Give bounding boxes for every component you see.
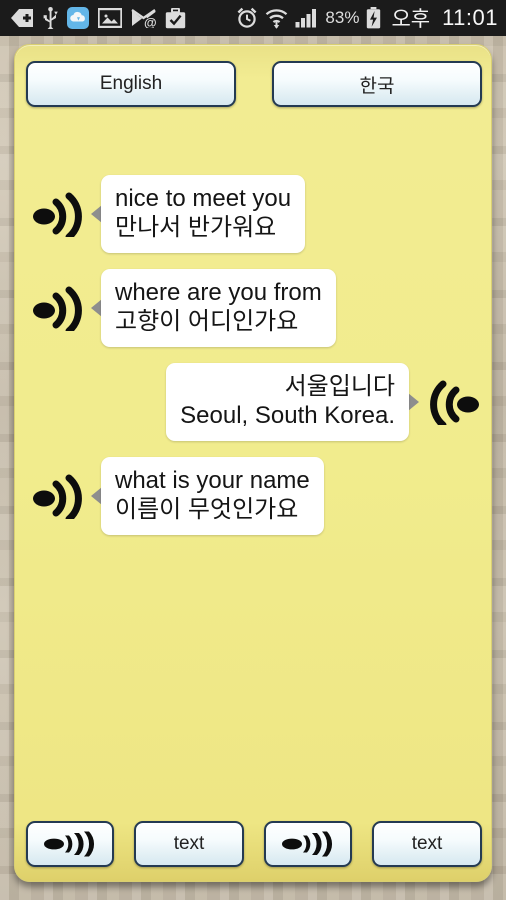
chat-row: 서울입니다 Seoul, South Korea.	[23, 363, 485, 442]
battery-charging-icon	[367, 7, 381, 29]
svg-text:@: @	[144, 15, 156, 28]
chat-bubble[interactable]: where are you from 고향이 어디인가요	[101, 269, 336, 348]
clock-time-label: 11:01	[442, 5, 498, 30]
chat-row: where are you from 고향이 어디인가요	[23, 269, 485, 348]
cloud-sync-icon	[67, 7, 89, 29]
mic-speak-icon	[282, 831, 333, 857]
status-bar: @ 83% 오후 11:01	[0, 0, 506, 36]
language-button-english[interactable]: English	[26, 61, 236, 107]
back-arrow-plus-icon	[11, 9, 33, 27]
alarm-clock-icon	[237, 7, 257, 28]
speaker-wave-icon[interactable]	[31, 473, 85, 520]
speaker-wave-icon[interactable]	[31, 191, 85, 238]
chat-bubble[interactable]: what is your name 이름이 무엇인가요	[101, 457, 324, 536]
cellular-signal-icon	[295, 9, 317, 28]
text-button-right-label: text	[411, 833, 443, 854]
text-button-right[interactable]: text	[372, 821, 482, 867]
app-panel: English 한국 nice to meet you 만나서 반가워요 whe…	[14, 44, 492, 882]
briefcase-check-icon	[165, 7, 186, 28]
language-button-korean[interactable]: 한국	[272, 61, 482, 107]
status-bar-left-icons: @	[10, 7, 236, 29]
clock-ampm-label: 오후	[391, 8, 431, 31]
chat-line-secondary: 이름이 무엇인가요	[115, 496, 299, 524]
language-button-english-label: English	[99, 73, 163, 94]
language-button-korean-label: 한국	[359, 75, 395, 97]
language-selector-bar: English 한국	[15, 61, 491, 107]
bottom-toolbar: text text	[15, 821, 491, 867]
mic-speak-icon	[44, 831, 95, 857]
chat-line-secondary: Seoul, South Korea.	[180, 402, 395, 430]
speaker-wave-icon-mirrored[interactable]	[427, 379, 481, 426]
chat-line-primary: where are you from	[115, 279, 322, 307]
mic-button-left[interactable]	[26, 821, 114, 867]
chat-line-secondary: 고향이 어디인가요	[115, 308, 299, 336]
chat-row: what is your name 이름이 무엇인가요	[23, 457, 485, 536]
chat-line-primary: what is your name	[115, 467, 310, 495]
battery-percent-label: 83%	[325, 8, 360, 27]
text-button-left[interactable]: text	[134, 821, 244, 867]
chat-transcript: nice to meet you 만나서 반가워요 where are you …	[15, 175, 491, 835]
chat-bubble[interactable]: 서울입니다 Seoul, South Korea.	[166, 363, 409, 442]
gallery-image-icon	[98, 8, 122, 28]
speaker-wave-icon[interactable]	[31, 285, 85, 332]
wifi-icon	[266, 8, 288, 29]
chat-line-primary: 서울입니다	[284, 373, 395, 401]
email-icon: @	[131, 8, 156, 28]
chat-bubble[interactable]: nice to meet you 만나서 반가워요	[101, 175, 306, 254]
bubble-tail	[408, 393, 419, 412]
chat-line-secondary: 만나서 반가워요	[115, 214, 277, 242]
mic-button-right[interactable]	[264, 821, 352, 867]
text-button-left-label: text	[173, 833, 205, 854]
chat-row: nice to meet you 만나서 반가워요	[23, 175, 485, 254]
status-bar-right-icons: 83% 오후 11:01	[236, 3, 498, 33]
usb-icon	[43, 7, 58, 29]
chat-line-primary: nice to meet you	[115, 185, 292, 212]
